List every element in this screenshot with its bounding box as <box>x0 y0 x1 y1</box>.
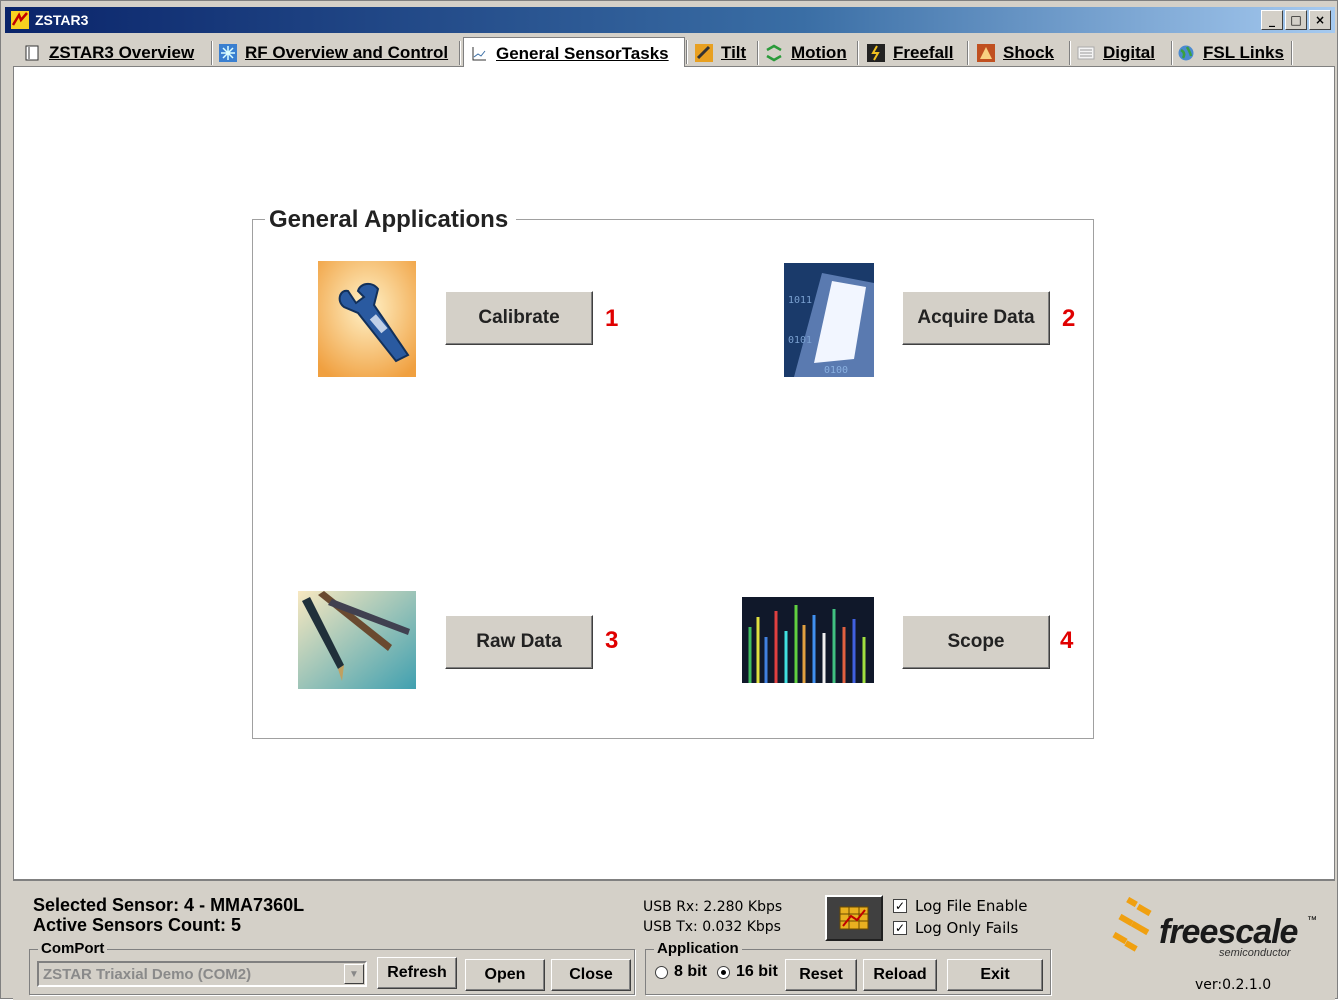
radio-button[interactable] <box>655 965 668 979</box>
chart-icon <box>470 45 488 63</box>
minimize-button[interactable]: _ <box>1261 10 1283 30</box>
app-window: ZSTAR3 _ □ × ZSTAR3 Overview RF Overview… <box>0 0 1338 1000</box>
document-icon <box>23 44 41 62</box>
tab-label: FSL Links <box>1203 43 1284 62</box>
tab-label: ZSTAR3 Overview <box>49 43 195 62</box>
freefall-icon <box>867 44 885 62</box>
trademark: ™ <box>1307 915 1317 926</box>
exit-button[interactable]: Exit <box>947 959 1043 991</box>
tab-zstar3-overview[interactable]: ZSTAR3 Overview <box>17 39 213 67</box>
radio-16-bit[interactable]: 16 bit <box>717 963 778 981</box>
raw-data-button[interactable]: Raw Data <box>445 615 593 669</box>
app-logo-icon <box>11 11 29 29</box>
tab-motion[interactable]: Motion <box>759 39 859 67</box>
tab-digital[interactable]: Digital <box>1071 39 1173 67</box>
digital-icon <box>1077 44 1095 62</box>
radio-8-bit[interactable]: 8 bit <box>655 963 707 981</box>
svg-text:0101: 0101 <box>788 335 812 346</box>
chevron-down-icon[interactable]: ▼ <box>344 964 364 984</box>
title-bar[interactable]: ZSTAR3 _ □ × <box>5 7 1335 33</box>
tab-shock[interactable]: Shock <box>971 39 1071 67</box>
scope-button[interactable]: Scope <box>902 615 1050 669</box>
tilt-icon <box>695 44 713 62</box>
status-panel: Selected Sensor: 4 - MMA7360L Active Sen… <box>13 879 1335 1000</box>
group-title: General Applications <box>265 206 517 234</box>
tab-general-sensor-tasks[interactable]: General SensorTasks <box>463 37 688 69</box>
rf-icon <box>219 44 237 62</box>
svg-text:0100: 0100 <box>824 365 848 376</box>
logo-subtitle: semiconductor <box>1219 947 1291 959</box>
usb-tx: USB Tx: 0.032 Kbps <box>643 919 781 935</box>
version-label: ver:0.2.1.0 <box>1195 977 1272 993</box>
wrench-image <box>318 261 416 377</box>
tab-label: General SensorTasks <box>496 43 669 63</box>
reload-button[interactable]: Reload <box>863 959 937 991</box>
checkbox-checked[interactable]: ✓ <box>893 899 907 913</box>
comport-value: ZSTAR Triaxial Demo (COM2) <box>43 966 252 983</box>
freescale-logo: freescale ™ semiconductor <box>1109 895 1317 959</box>
usb-stats: USB Rx: 2.280 Kbps USB Tx: 0.032 Kbps <box>643 897 782 937</box>
selected-sensor-label: Selected Sensor: 4 - MMA7360L <box>33 895 305 915</box>
item-number: 4 <box>1060 627 1074 654</box>
open-button[interactable]: Open <box>465 959 545 991</box>
refresh-button[interactable]: Refresh <box>377 957 457 989</box>
radio-label: 16 bit <box>736 963 778 980</box>
spectrum-image <box>742 597 874 683</box>
window-title: ZSTAR3 <box>35 12 89 28</box>
binary-data-image: 1011 0101 0100 <box>784 263 874 377</box>
log-only-fails-checkbox[interactable]: ✓ Log Only Fails <box>893 919 1018 937</box>
radio-label: 8 bit <box>674 963 707 980</box>
maximize-button[interactable]: □ <box>1285 10 1307 30</box>
comport-select[interactable]: ZSTAR Triaxial Demo (COM2) ▼ <box>37 961 367 987</box>
motion-icon <box>765 44 783 62</box>
close-window-button[interactable]: × <box>1309 10 1331 30</box>
tab-label: Shock <box>1003 43 1055 62</box>
shock-icon <box>977 44 995 62</box>
freescale-logo-mark <box>1112 897 1152 952</box>
tab-label: Motion <box>791 43 847 62</box>
tab-label: Digital <box>1103 43 1155 62</box>
application-legend: Application <box>654 940 742 957</box>
active-sensors-count: Active Sensors Count: 5 <box>33 915 242 935</box>
tab-rf-overview[interactable]: RF Overview and Control <box>213 39 461 67</box>
usb-rx: USB Rx: 2.280 Kbps <box>643 899 783 915</box>
item-number: 2 <box>1062 305 1076 332</box>
tab-strip: ZSTAR3 Overview RF Overview and Control … <box>13 37 1335 69</box>
tab-fsl-links[interactable]: FSL Links <box>1171 39 1293 67</box>
close-button[interactable]: Close <box>551 959 631 991</box>
tab-label: Tilt <box>721 43 747 62</box>
tab-label: Freefall <box>893 43 954 62</box>
log-file-enable-checkbox[interactable]: ✓ Log File Enable <box>893 897 1028 915</box>
radio-button-selected[interactable] <box>717 965 730 979</box>
comport-legend: ComPort <box>38 940 108 957</box>
tab-label: RF Overview and Control <box>245 43 449 62</box>
selected-sensor-info: Selected Sensor: 4 - MMA7360L Active Sen… <box>33 895 304 935</box>
log-only-fails-label: Log Only Fails <box>915 919 1019 937</box>
acquire-data-button[interactable]: Acquire Data <box>902 291 1050 345</box>
svg-text:1011: 1011 <box>788 295 812 306</box>
calibrate-button[interactable]: Calibrate <box>445 291 593 345</box>
reset-button[interactable]: Reset <box>785 959 857 991</box>
pens-image <box>298 591 416 689</box>
checkbox-checked[interactable]: ✓ <box>893 921 907 935</box>
tab-freefall[interactable]: Freefall <box>861 39 969 67</box>
tab-panel: General Applications Calibrate 1 1011 01… <box>13 67 1335 879</box>
tab-tilt[interactable]: Tilt <box>689 39 759 67</box>
log-file-enable-label: Log File Enable <box>915 897 1028 915</box>
item-number: 1 <box>605 305 619 332</box>
item-number: 3 <box>605 627 619 654</box>
log-viewer-icon[interactable] <box>825 895 883 941</box>
globe-icon <box>1177 44 1195 62</box>
